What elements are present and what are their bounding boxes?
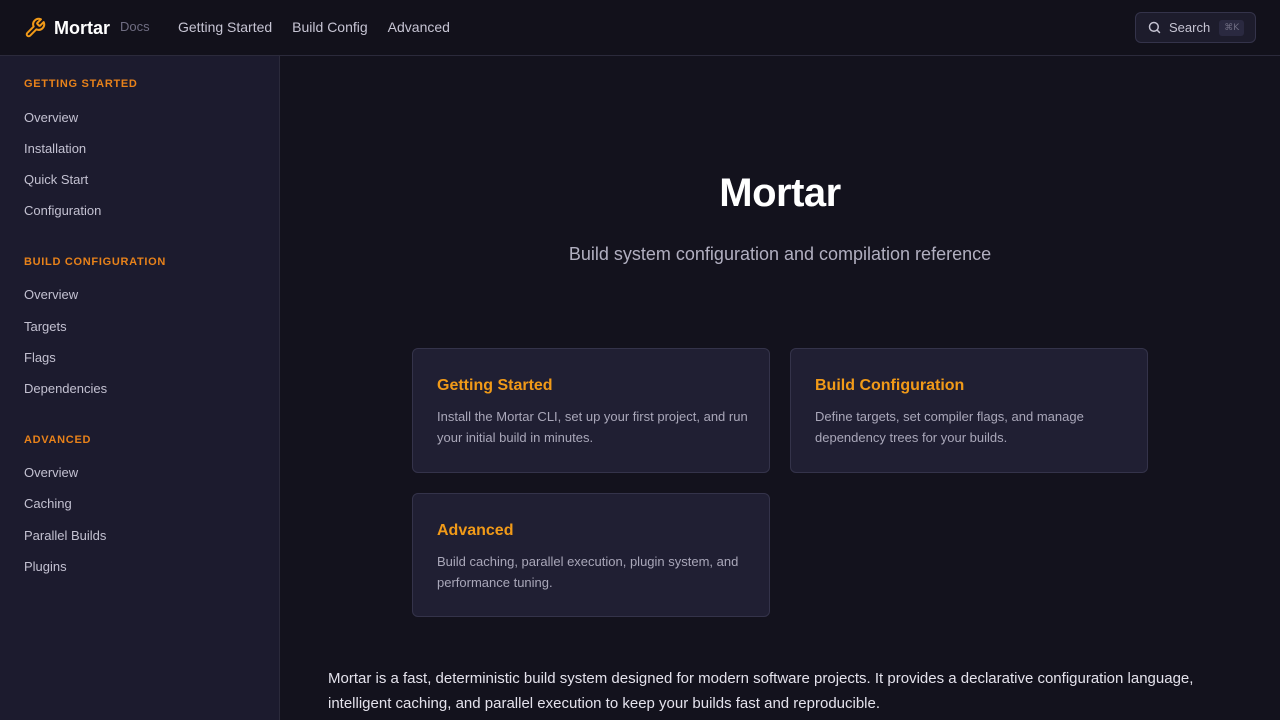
sidebar-section-build-configuration: BUILD CONFIGURATION	[24, 256, 167, 268]
sidebar-item-dependencies[interactable]: Dependencies	[24, 381, 107, 396]
card-title: Getting Started	[437, 377, 553, 394]
sidebar-item-parallel-builds[interactable]: Parallel Builds	[24, 528, 106, 543]
card-advanced[interactable]: Advanced Build caching, parallel executi…	[412, 493, 770, 617]
brand[interactable]: Mortar Docs	[24, 15, 150, 41]
wrench-icon	[24, 17, 46, 39]
card-description: Build caching, parallel execution, plugi…	[437, 554, 739, 590]
nav-link-build-config[interactable]: Build Config	[292, 19, 368, 35]
card-description: Define targets, set compiler flags, and …	[815, 409, 1084, 445]
card-title: Advanced	[437, 522, 514, 539]
brand-tag: Docs	[120, 18, 150, 34]
sidebar-section-getting-started: GETTING STARTED	[24, 78, 138, 90]
intro-paragraph: Mortar is a fast, deterministic build sy…	[328, 670, 1194, 712]
sidebar-item-installation[interactable]: Installation	[24, 141, 86, 156]
top-bar: Mortar Docs Getting Started Build Config…	[0, 0, 1280, 56]
brand-name: Mortar	[54, 17, 111, 38]
sidebar-item-caching[interactable]: Caching	[24, 496, 72, 511]
nav-link-getting-started[interactable]: Getting Started	[178, 19, 272, 35]
card-title: Build Configuration	[815, 377, 965, 394]
sidebar-item-targets[interactable]: Targets	[24, 319, 67, 334]
main-content: Mortar Build system configuration and co…	[280, 56, 1280, 720]
sidebar-item-overview[interactable]: Overview	[24, 110, 78, 125]
card-getting-started[interactable]: Getting Started Install the Mortar CLI, …	[412, 348, 770, 473]
nav-link-advanced[interactable]: Advanced	[388, 19, 450, 35]
search-shortcut: ⌘K	[1219, 19, 1245, 36]
search-label: Search	[1169, 20, 1211, 35]
search-button[interactable]: Search ⌘K	[1135, 12, 1256, 43]
sidebar-section-advanced: ADVANCED	[24, 434, 92, 446]
card-build-configuration[interactable]: Build Configuration Define targets, set …	[790, 348, 1148, 473]
card-description: Install the Mortar CLI, set up your firs…	[437, 409, 748, 445]
sidebar-item-quick-start[interactable]: Quick Start	[24, 172, 88, 187]
search-icon	[1147, 20, 1162, 35]
sidebar-item-advanced-overview[interactable]: Overview	[24, 465, 78, 480]
top-nav: Getting Started Build Config Advanced	[178, 19, 470, 35]
sidebar-item-flags[interactable]: Flags	[24, 350, 56, 365]
sidebar-item-build-overview[interactable]: Overview	[24, 287, 78, 302]
sidebar: GETTING STARTED Overview Installation Qu…	[0, 56, 280, 720]
page-subtitle: Build system configuration and compilati…	[568, 244, 992, 264]
page-title: Mortar	[719, 171, 841, 215]
sidebar-item-configuration[interactable]: Configuration	[24, 203, 101, 218]
sidebar-item-plugins[interactable]: Plugins	[24, 559, 67, 574]
